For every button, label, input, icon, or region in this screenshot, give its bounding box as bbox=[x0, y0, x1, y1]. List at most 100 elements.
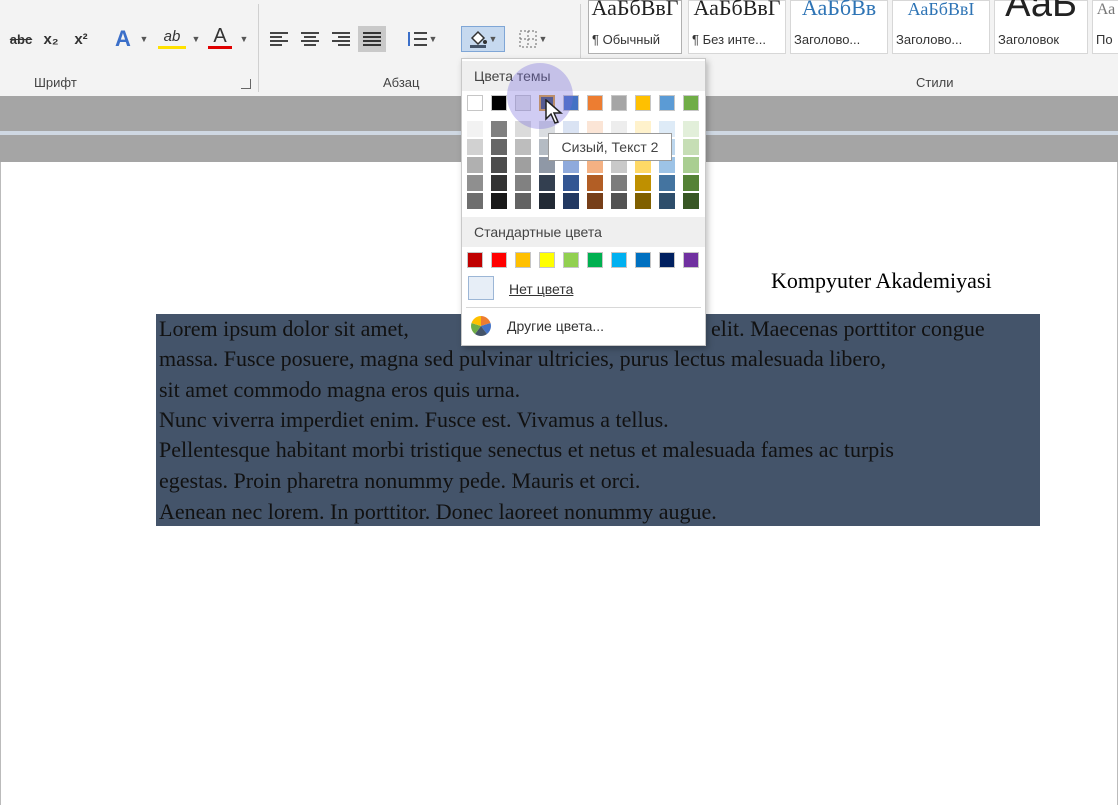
theme-shade-swatch[interactable] bbox=[491, 121, 507, 137]
theme-shade-swatch[interactable] bbox=[539, 193, 555, 209]
standard-color-swatch[interactable] bbox=[635, 252, 651, 268]
standard-color-swatch[interactable] bbox=[683, 252, 699, 268]
menu-divider bbox=[466, 307, 701, 308]
text-effects-dropdown-icon[interactable]: ▼ bbox=[136, 26, 150, 52]
theme-color-swatch[interactable] bbox=[683, 95, 699, 111]
document-line[interactable]: Pellentesque habitant morbi tristique se… bbox=[159, 437, 894, 463]
document-line[interactable]: Aenean nec lorem. In porttitor. Donec la… bbox=[159, 499, 717, 525]
theme-shade-swatch[interactable] bbox=[683, 139, 699, 155]
theme-color-swatch[interactable] bbox=[659, 95, 675, 111]
theme-color-swatch[interactable] bbox=[611, 95, 627, 111]
theme-shade-swatch[interactable] bbox=[611, 193, 627, 209]
standard-color-swatch[interactable] bbox=[659, 252, 675, 268]
theme-color-swatch[interactable] bbox=[635, 95, 651, 111]
document-line[interactable]: Lorem ipsum dolor sit amet, bbox=[159, 316, 409, 342]
theme-shade-swatch[interactable] bbox=[467, 121, 483, 137]
strikethrough-button[interactable]: abc bbox=[6, 26, 36, 52]
style-item-normal[interactable]: АаБбВвГ ¶ Обычный bbox=[588, 0, 682, 54]
standard-color-swatch[interactable] bbox=[587, 252, 603, 268]
document-line[interactable]: egestas. Proin pharetra nonummy pede. Ma… bbox=[159, 468, 640, 494]
theme-shade-swatch[interactable] bbox=[683, 157, 699, 173]
theme-shade-swatch[interactable] bbox=[683, 175, 699, 191]
standard-color-swatch[interactable] bbox=[467, 252, 483, 268]
theme-shade-swatch[interactable] bbox=[683, 193, 699, 209]
align-center-icon bbox=[301, 32, 319, 46]
subscript-button[interactable]: x₂ bbox=[38, 26, 64, 52]
theme-shade-swatch[interactable] bbox=[563, 175, 579, 191]
shading-color-dropdown: Цвета темы Стандартные цвета Нет цвета Д… bbox=[461, 58, 706, 346]
style-item-no-spacing[interactable]: АаБбВвГ ¶ Без инте... bbox=[688, 0, 786, 54]
shading-button[interactable]: ▼ bbox=[461, 26, 505, 52]
no-color-label: Нет цвета bbox=[509, 281, 574, 297]
style-name: ¶ Обычный bbox=[592, 32, 661, 47]
theme-color-swatch[interactable] bbox=[587, 95, 603, 111]
mouse-cursor-icon bbox=[545, 99, 564, 124]
theme-shade-swatch[interactable] bbox=[611, 175, 627, 191]
style-item-heading-1[interactable]: АаБбВв Заголово... bbox=[790, 0, 888, 54]
theme-shade-swatch[interactable] bbox=[515, 193, 531, 209]
theme-shade-swatch[interactable] bbox=[587, 175, 603, 191]
justify-button[interactable] bbox=[358, 26, 386, 52]
standard-color-swatch[interactable] bbox=[515, 252, 531, 268]
group-label-font: Шрифт bbox=[34, 75, 77, 90]
text-effects-button[interactable]: A bbox=[110, 26, 136, 52]
align-right-icon bbox=[332, 32, 350, 46]
font-dialog-launcher-icon[interactable] bbox=[241, 79, 251, 89]
theme-shade-swatch[interactable] bbox=[491, 157, 507, 173]
theme-shade-swatch[interactable] bbox=[659, 175, 675, 191]
align-center-button[interactable] bbox=[297, 26, 323, 52]
standard-color-swatch[interactable] bbox=[611, 252, 627, 268]
style-item-subtitle[interactable]: Аа По bbox=[1092, 0, 1118, 54]
standard-color-swatch[interactable] bbox=[539, 252, 555, 268]
theme-shade-swatch[interactable] bbox=[563, 193, 579, 209]
font-color-dropdown-icon[interactable]: ▼ bbox=[236, 26, 250, 52]
borders-button[interactable]: ▼ bbox=[512, 26, 554, 52]
superscript-button[interactable]: x² bbox=[68, 26, 94, 52]
style-sample: АаБбВвГ bbox=[591, 0, 679, 20]
theme-shade-swatch[interactable] bbox=[467, 139, 483, 155]
style-item-heading-2[interactable]: АаБбВвІ Заголово... bbox=[892, 0, 990, 54]
theme-shade-swatch[interactable] bbox=[587, 193, 603, 209]
standard-color-swatch[interactable] bbox=[491, 252, 507, 268]
highlight-button[interactable]: ab bbox=[158, 26, 186, 49]
theme-shade-swatch[interactable] bbox=[467, 175, 483, 191]
theme-shade-swatch[interactable] bbox=[515, 139, 531, 155]
align-left-icon bbox=[270, 32, 288, 46]
line-spacing-button[interactable]: ▼ bbox=[402, 26, 440, 52]
font-color-button[interactable]: A bbox=[208, 25, 232, 49]
theme-shade-swatch[interactable] bbox=[635, 175, 651, 191]
style-sample: АаБбВв bbox=[801, 0, 877, 20]
theme-shade-swatch[interactable] bbox=[659, 193, 675, 209]
document-line[interactable]: elit. Maecenas porttitor congue bbox=[711, 316, 985, 342]
paint-bucket-icon bbox=[469, 30, 487, 48]
style-name: Заголово... bbox=[896, 32, 963, 47]
no-color-swatch bbox=[468, 276, 494, 300]
document-line[interactable]: massa. Fusce posuere, magna sed pulvinar… bbox=[159, 346, 886, 372]
document-line[interactable]: sit amet commodo magna eros quis urna. bbox=[159, 377, 520, 403]
theme-color-swatch[interactable] bbox=[491, 95, 507, 111]
theme-shade-swatch[interactable] bbox=[467, 193, 483, 209]
group-label-paragraph: Абзац bbox=[383, 75, 420, 90]
style-item-title[interactable]: АаБ Заголовок bbox=[994, 0, 1088, 54]
style-name: Заголовок bbox=[998, 32, 1060, 47]
theme-shade-swatch[interactable] bbox=[515, 175, 531, 191]
document-line[interactable]: Nunc viverra imperdiet enim. Fusce est. … bbox=[159, 407, 669, 433]
theme-shade-swatch[interactable] bbox=[491, 175, 507, 191]
theme-shade-swatch[interactable] bbox=[635, 193, 651, 209]
theme-shade-swatch[interactable] bbox=[491, 139, 507, 155]
align-left-button[interactable] bbox=[266, 26, 292, 52]
document-title[interactable]: Kompyuter Akademiyasi bbox=[771, 268, 992, 294]
highlight-dropdown-icon[interactable]: ▼ bbox=[188, 26, 202, 52]
theme-color-swatch[interactable] bbox=[467, 95, 483, 111]
no-color-item[interactable]: Нет цвета bbox=[462, 271, 705, 305]
theme-shade-swatch[interactable] bbox=[683, 121, 699, 137]
standard-color-swatch[interactable] bbox=[563, 252, 579, 268]
style-sample: АаБ bbox=[1005, 0, 1077, 25]
theme-shade-swatch[interactable] bbox=[515, 157, 531, 173]
theme-shade-swatch[interactable] bbox=[539, 175, 555, 191]
theme-shade-swatch[interactable] bbox=[491, 193, 507, 209]
more-colors-item[interactable]: Другие цвета... bbox=[462, 311, 705, 341]
style-sample: АаБбВвГ bbox=[693, 0, 781, 20]
theme-shade-swatch[interactable] bbox=[467, 157, 483, 173]
align-right-button[interactable] bbox=[328, 26, 354, 52]
